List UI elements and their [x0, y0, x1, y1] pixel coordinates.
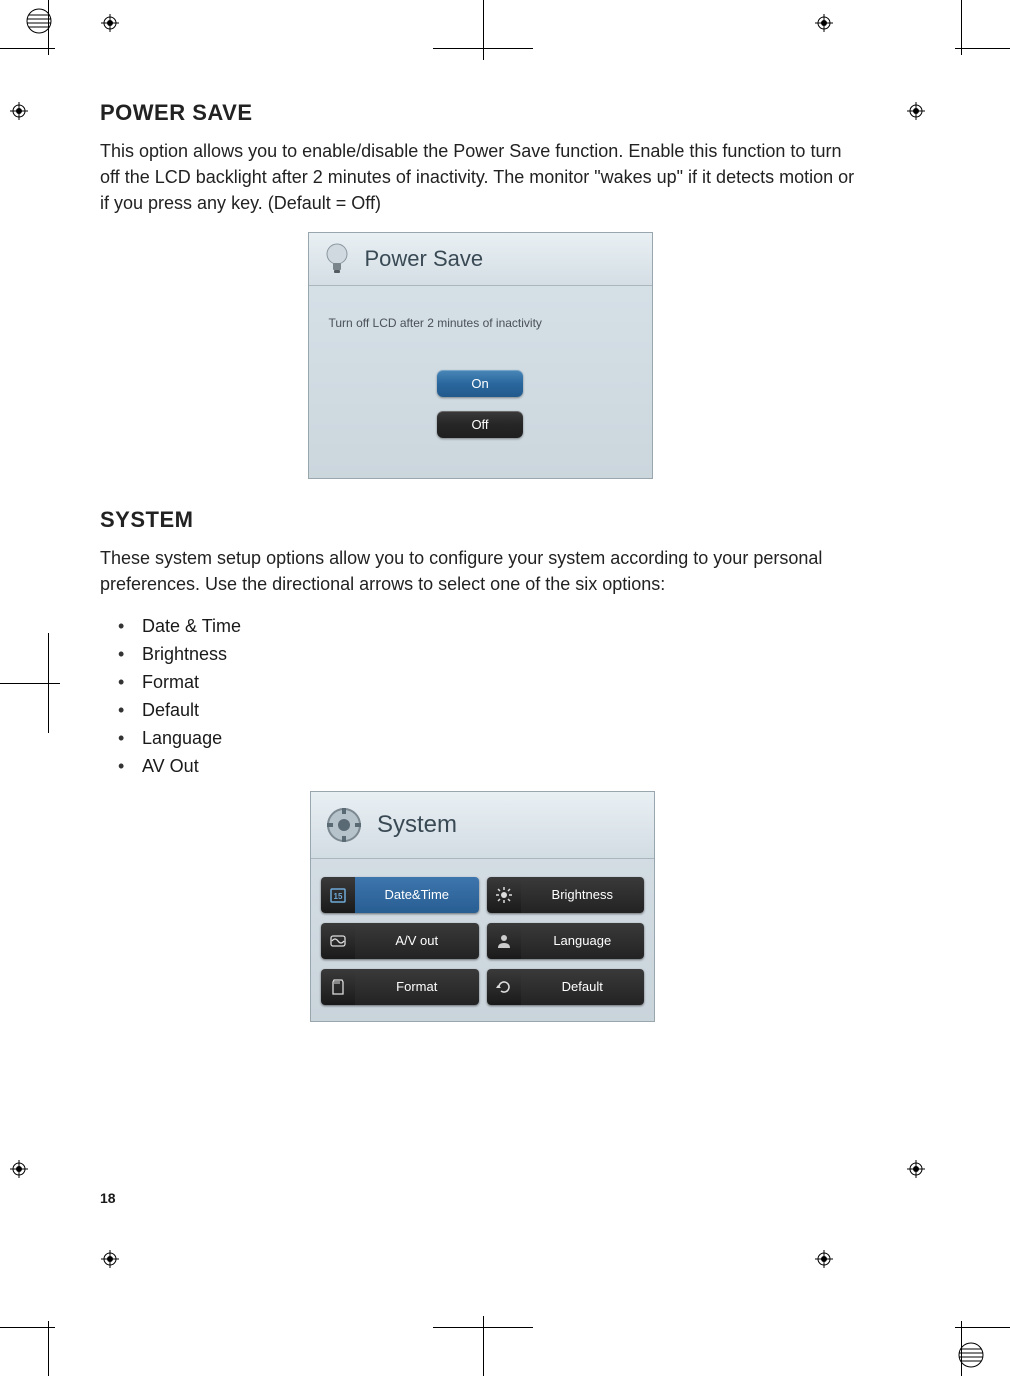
list-item: Date & Time: [118, 613, 241, 641]
lightbulb-icon: [323, 243, 351, 275]
registration-mark-icon: [10, 102, 28, 120]
menu-av-out[interactable]: A/V out: [321, 923, 479, 959]
section-title-power-save: POWER SAVE: [100, 100, 860, 126]
system-options-list: Date & Time Brightness Format Default La…: [118, 613, 241, 780]
registration-mark-icon: [101, 1250, 119, 1268]
person-icon: [487, 923, 521, 959]
registration-mark-icon: [907, 102, 925, 120]
menu-label: A/V out: [355, 923, 479, 959]
registration-mark-icon: [907, 1160, 925, 1178]
section-title-system: SYSTEM: [100, 507, 860, 533]
system-screenshot: System 15 Date&Time Brightness: [310, 791, 655, 1022]
menu-format[interactable]: Format: [321, 969, 479, 1005]
menu-brightness[interactable]: Brightness: [487, 877, 645, 913]
menu-label: Date&Time: [355, 877, 479, 913]
gear-icon: [325, 806, 363, 844]
menu-language[interactable]: Language: [487, 923, 645, 959]
registration-mark-icon: [101, 14, 119, 32]
power-save-caption: Turn off LCD after 2 minutes of inactivi…: [325, 316, 636, 330]
list-item: Brightness: [118, 641, 241, 669]
reset-icon: [487, 969, 521, 1005]
menu-label: Format: [355, 969, 479, 1005]
power-save-screenshot: Power Save Turn off LCD after 2 minutes …: [308, 232, 653, 479]
list-item: AV Out: [118, 753, 241, 781]
list-item: Default: [118, 697, 241, 725]
calendar-icon: 15: [321, 877, 355, 913]
registration-mark-icon: [815, 14, 833, 32]
menu-label: Default: [521, 969, 645, 1005]
colorbar-icon: [958, 1342, 984, 1368]
list-item: Format: [118, 669, 241, 697]
colorbar-icon: [26, 8, 52, 34]
system-screen-title: System: [377, 811, 457, 839]
menu-default[interactable]: Default: [487, 969, 645, 1005]
menu-label: Language: [521, 923, 645, 959]
registration-mark-icon: [10, 1160, 28, 1178]
on-button[interactable]: On: [437, 370, 523, 397]
power-save-description: This option allows you to enable/disable…: [100, 138, 860, 216]
brightness-icon: [487, 877, 521, 913]
off-button[interactable]: Off: [437, 411, 523, 438]
list-item: Language: [118, 725, 241, 753]
registration-mark-icon: [815, 1250, 833, 1268]
menu-label: Brightness: [521, 877, 645, 913]
wave-icon: [321, 923, 355, 959]
svg-text:15: 15: [334, 892, 343, 901]
sdcard-icon: [321, 969, 355, 1005]
menu-date-time[interactable]: 15 Date&Time: [321, 877, 479, 913]
system-description: These system setup options allow you to …: [100, 545, 860, 597]
page-number: 18: [100, 1190, 116, 1206]
power-save-screen-title: Power Save: [365, 246, 484, 272]
